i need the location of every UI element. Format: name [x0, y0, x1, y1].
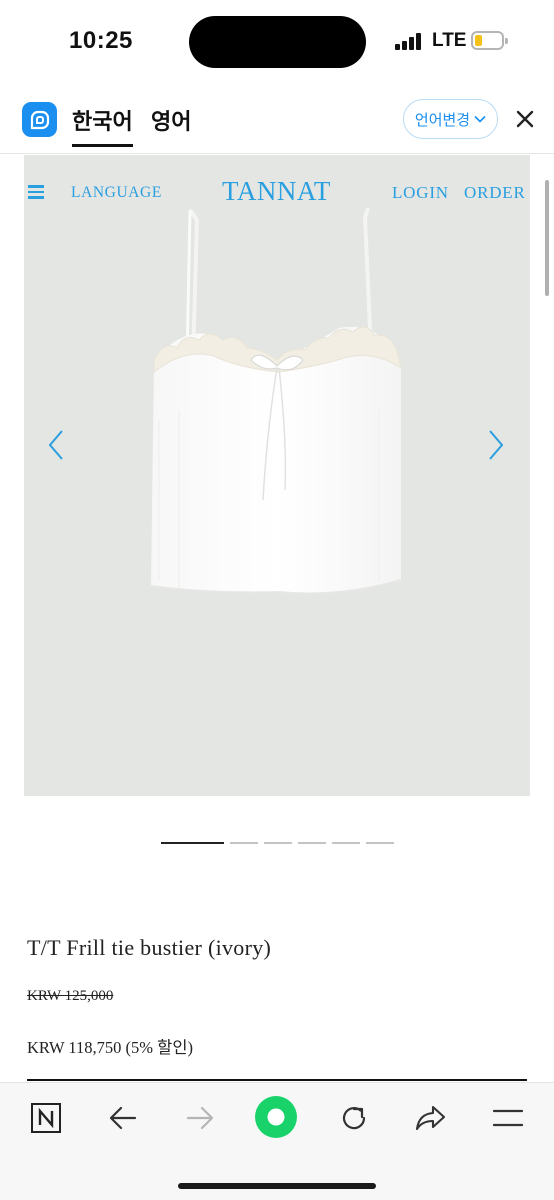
- forward-arrow-icon[interactable]: [182, 1100, 218, 1136]
- order-link[interactable]: ORDER: [464, 183, 526, 203]
- home-indicator[interactable]: [178, 1183, 376, 1189]
- pager-dot[interactable]: [298, 842, 326, 844]
- next-image-arrow-icon[interactable]: [484, 427, 508, 463]
- product-title: T/T Frill tie bustier (ivory): [27, 935, 272, 960]
- hamburger-menu-icon[interactable]: [28, 185, 44, 199]
- previous-image-arrow-icon[interactable]: [44, 427, 68, 463]
- menu-icon[interactable]: [490, 1100, 526, 1136]
- papago-translate-icon[interactable]: [22, 102, 57, 137]
- pager-dot-active[interactable]: [161, 842, 224, 844]
- reload-icon[interactable]: [336, 1100, 372, 1136]
- sale-price: KRW 118,750 (5% 할인): [27, 1038, 194, 1057]
- divider: [27, 1079, 527, 1081]
- change-language-button[interactable]: 언어변경: [403, 99, 498, 139]
- battery-icon: [471, 31, 508, 50]
- tab-korean[interactable]: 한국어: [72, 104, 133, 147]
- status-bar: 10:25 LTE: [0, 0, 554, 84]
- login-link[interactable]: LOGIN: [392, 183, 449, 203]
- language-link[interactable]: LANGUAGE: [71, 184, 162, 202]
- browser-toolbar: [0, 1082, 554, 1200]
- back-arrow-icon[interactable]: [105, 1100, 141, 1136]
- pager-dot[interactable]: [366, 842, 394, 844]
- brand-logo[interactable]: TANNAT: [222, 176, 331, 207]
- green-dot-icon[interactable]: [254, 1095, 298, 1139]
- network-label: LTE: [432, 30, 467, 51]
- signal-icon: [395, 33, 425, 50]
- product-image-gallery[interactable]: LANGUAGE TANNAT LOGIN ORDER: [24, 155, 530, 796]
- dynamic-island: [189, 16, 366, 68]
- change-language-label: 언어변경: [414, 110, 471, 129]
- tab-english[interactable]: 영어: [151, 104, 191, 136]
- chevron-down-icon: [474, 115, 486, 123]
- share-icon[interactable]: [412, 1100, 448, 1136]
- pager-dot[interactable]: [332, 842, 360, 844]
- naver-icon[interactable]: [28, 1100, 64, 1136]
- close-icon[interactable]: [513, 107, 537, 131]
- pager-dot[interactable]: [230, 842, 258, 844]
- translate-bar: 한국어 영어 언어변경: [0, 84, 554, 154]
- site-navigation: LANGUAGE TANNAT LOGIN ORDER: [24, 155, 530, 235]
- pager-dot[interactable]: [264, 842, 292, 844]
- status-time: 10:25: [69, 27, 133, 54]
- original-price: KRW 125,000: [27, 988, 114, 1004]
- product-photo: [150, 207, 402, 595]
- page-scrollbar[interactable]: [545, 180, 549, 296]
